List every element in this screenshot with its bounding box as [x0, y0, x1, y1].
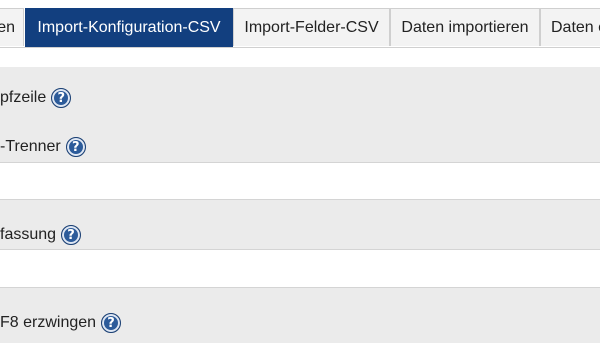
tab-previous[interactable]: en	[0, 8, 24, 46]
tab-daten-importieren[interactable]: Daten importieren	[390, 8, 540, 46]
tab-label: Import-Felder-CSV	[244, 19, 379, 36]
field-label: -Trenner?	[0, 136, 86, 158]
help-icon[interactable]: ?	[61, 224, 82, 245]
tab-daten-export[interactable]: Daten e	[540, 8, 600, 46]
form-input-row[interactable]	[0, 249, 600, 288]
field-label-text: -Trenner	[0, 138, 61, 155]
tab-import-felder-csv[interactable]: Import-Felder-CSV	[233, 8, 390, 46]
field-label-text: F8 erzwingen	[0, 314, 97, 331]
form-row-textbegrenzer: fassung?	[0, 200, 600, 250]
field-label: fassung?	[0, 224, 82, 246]
help-icon[interactable]: ?	[65, 136, 86, 157]
form-row-kopfzeile: pfzeile? -Trenner?	[0, 67, 600, 163]
tab-label: Import-Konfiguration-CSV	[37, 19, 221, 36]
help-icon[interactable]: ?	[101, 312, 122, 333]
form-input-row[interactable]	[0, 162, 600, 200]
field-label: F8 erzwingen?	[0, 312, 122, 334]
tab-label: Daten importieren	[401, 19, 529, 36]
field-label: pfzeile?	[0, 87, 72, 109]
tab-import-konfiguration-csv[interactable]: Import-Konfiguration-CSV	[25, 8, 233, 47]
form-row-utf8: F8 erzwingen?	[0, 288, 600, 343]
help-icon[interactable]: ?	[51, 87, 72, 108]
tab-label: en	[0, 19, 15, 36]
field-label-text: fassung	[0, 226, 57, 243]
tab-bar: en Import-Konfiguration-CSV Import-Felde…	[0, 0, 600, 48]
field-label-text: pfzeile	[0, 89, 47, 106]
tab-label: Daten e	[551, 19, 600, 36]
